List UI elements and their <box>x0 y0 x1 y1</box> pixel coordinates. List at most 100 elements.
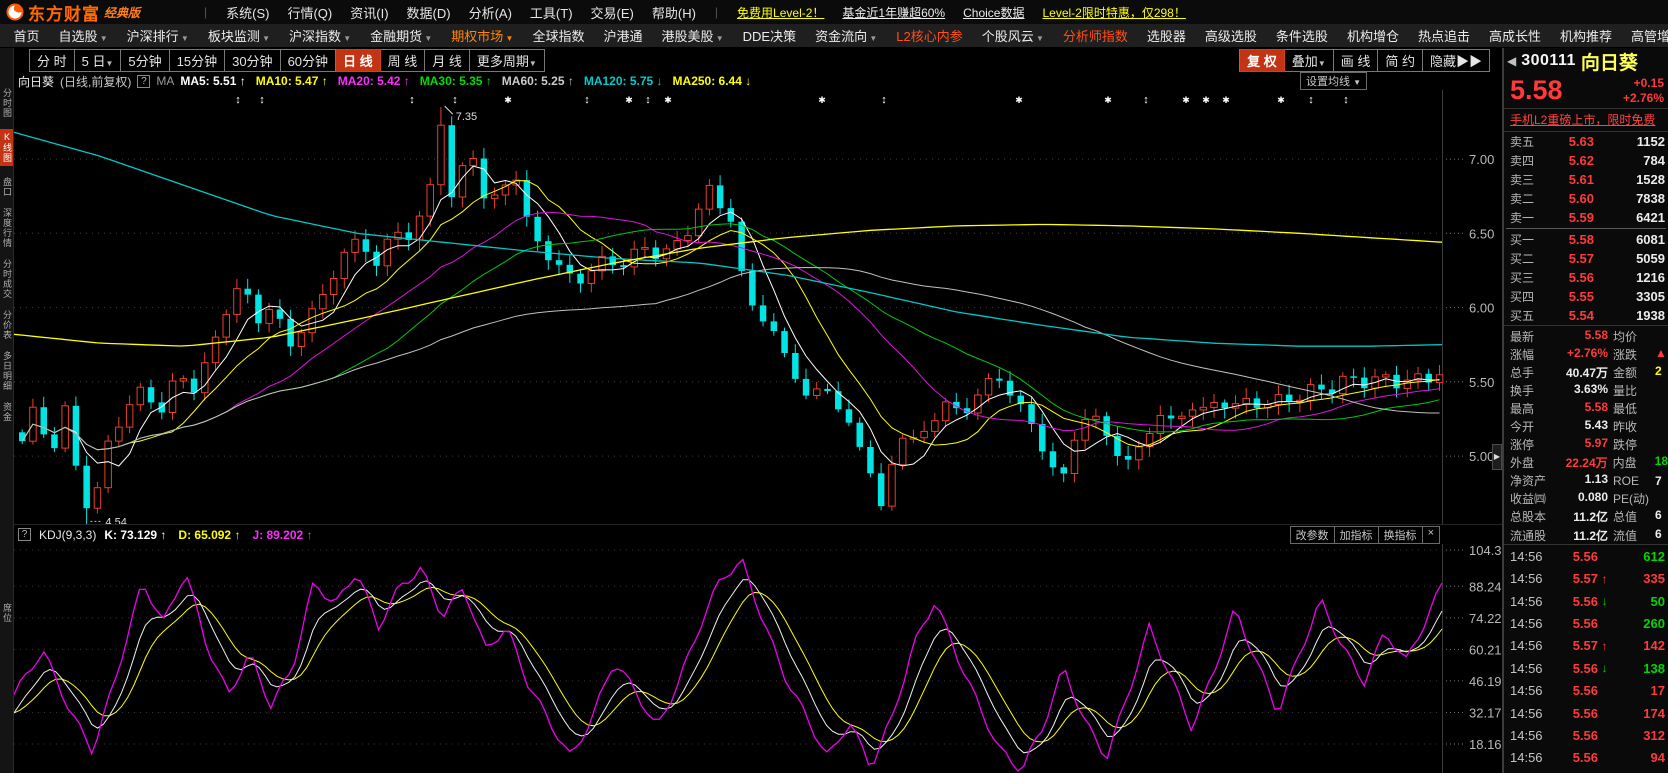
book-level-label: 卖三 <box>1510 171 1544 188</box>
chart-option-画线[interactable]: 画 线 <box>1334 49 1379 72</box>
ma-value: MA20: 5.42 ↑ <box>338 74 410 88</box>
nav-item-机构推荐[interactable]: 机构推荐 <box>1550 26 1621 45</box>
bid-row[interactable]: 买二5.575059 <box>1504 249 1668 268</box>
promo-link[interactable]: 基金近1年赚超60% <box>842 4 945 21</box>
chart-option-叠加[interactable]: 叠加▼ <box>1285 49 1334 72</box>
menubar-item[interactable]: 交易(E) <box>582 3 643 22</box>
period-button-30分钟[interactable]: 30分钟 <box>225 49 280 72</box>
menubar-item[interactable]: 行情(Q) <box>278 3 341 22</box>
promo-link[interactable]: 免费用Level-2！ <box>737 4 824 21</box>
kdj-button-换指标[interactable]: 换指标 <box>1379 526 1423 544</box>
stat-value: ▲ <box>1655 346 1667 363</box>
kdj-help-icon[interactable]: ? <box>18 528 31 541</box>
nav-item-选股器[interactable]: 选股器 <box>1137 26 1195 45</box>
nav-item-沪深排行[interactable]: 沪深排行 ▼ <box>117 26 198 45</box>
bid-row[interactable]: 买一5.586081 <box>1504 230 1668 249</box>
nav-item-DDE决策[interactable]: DDE决策 <box>733 26 805 45</box>
tick-volume: 174 <box>1611 706 1665 721</box>
menubar-item[interactable]: 数据(D) <box>398 3 460 22</box>
period-button-周线[interactable]: 周 线 <box>381 49 426 72</box>
chart-option-隐藏[interactable]: 隐藏▶▶ <box>1423 49 1490 72</box>
nav-item-高成长性[interactable]: 高成长性 <box>1479 26 1550 45</box>
nav-item-金融期货[interactable]: 金融期货 ▼ <box>361 26 442 45</box>
signal-star-marker: ✱ <box>1222 95 1230 105</box>
nav-item-板块监测[interactable]: 板块监测 ▼ <box>198 26 279 45</box>
chart-mode-label: (日线,前复权) <box>60 73 131 90</box>
nav-item-条件选股[interactable]: 条件选股 <box>1266 26 1337 45</box>
stock-code: 300111 <box>1521 52 1576 70</box>
menubar-item[interactable]: 资讯(I) <box>341 3 397 22</box>
sidebar-tab-盘口[interactable]: 盘口 <box>0 177 13 197</box>
quote-panel: ◀ 300111 向日葵 5.58 +0.15 +2.76% 手机L2重磅上市，… <box>1502 48 1668 773</box>
stat-label: 昨收 <box>1613 418 1655 435</box>
chart-option-复权[interactable]: 复 权 <box>1240 49 1285 72</box>
nav-item-个股风云[interactable]: 个股风云 ▼ <box>972 26 1053 45</box>
kdj-axis-label: 104.38 <box>1469 544 1502 558</box>
ask-row[interactable]: 卖五5.631152 <box>1504 132 1668 151</box>
sidebar-tab-分时成交[interactable]: 分时成交 <box>0 259 13 299</box>
back-arrow-icon[interactable]: ◀ <box>1507 54 1516 68</box>
nav-item-机构增仓[interactable]: 机构增仓 <box>1337 26 1408 45</box>
chevron-down-icon: ▼ <box>179 34 189 43</box>
signal-arrow-marker: ↕ <box>1308 94 1314 106</box>
price-axis-label: 6.00 <box>1469 301 1494 316</box>
nav-item-高管增持[interactable]: 高管增持 <box>1622 26 1668 45</box>
kdj-button-×[interactable]: × <box>1423 526 1440 544</box>
book-price: 5.63 <box>1544 134 1594 149</box>
help-icon[interactable]: ? <box>137 75 150 88</box>
sidebar-tab-资金[interactable]: 资金 <box>0 402 13 422</box>
nav-item-首页[interactable]: 首页 <box>4 26 49 45</box>
nav-item-沪港通[interactable]: 沪港通 <box>594 26 652 45</box>
nav-item-全球指数[interactable]: 全球指数 <box>523 26 594 45</box>
tick-time: 14:56 <box>1510 571 1556 586</box>
nav-item-L2核心内参[interactable]: L2核心内参 <box>887 26 972 45</box>
bid-row[interactable]: 买五5.541938 <box>1504 306 1668 325</box>
sidebar-tab-K线图[interactable]: K线图 <box>0 129 13 166</box>
promo-link[interactable]: Choice数据 <box>963 4 1024 21</box>
period-button-日线[interactable]: 日 线 <box>336 49 381 72</box>
ask-row[interactable]: 卖二5.607838 <box>1504 189 1668 208</box>
ask-row[interactable]: 卖一5.596421 <box>1504 208 1668 227</box>
ask-row[interactable]: 卖三5.611528 <box>1504 170 1668 189</box>
tick-time: 14:56 <box>1510 706 1556 721</box>
bid-row[interactable]: 买四5.553305 <box>1504 287 1668 306</box>
panel-collapse-handle[interactable]: ▶ <box>1492 444 1502 470</box>
period-button-60分钟[interactable]: 60分钟 <box>281 49 336 72</box>
menubar-item[interactable]: 工具(T) <box>521 3 582 22</box>
menubar-item[interactable]: 系统(S) <box>217 3 278 22</box>
period-button-更多周期[interactable]: 更多周期▼ <box>470 49 545 72</box>
sidebar-tab-深度行情[interactable]: 深度行情 <box>0 208 13 248</box>
menubar-item[interactable]: 帮助(H) <box>643 3 705 22</box>
tick-trade-list[interactable]: 14:565.5661214:565.57↑33514:565.56↓5014:… <box>1504 544 1668 773</box>
kdj-indicator-chart[interactable]: 104.3888.2474.2260.2146.1932.1718.16 <box>14 544 1502 773</box>
nav-item-高级选股[interactable]: 高级选股 <box>1195 26 1266 45</box>
sidebar-tab-分价表[interactable]: 分价表 <box>0 310 13 340</box>
nav-item-沪深指数[interactable]: 沪深指数 ▼ <box>279 26 360 45</box>
promo-link[interactable]: Level-2限时特惠，仅298！ <box>1042 4 1185 21</box>
bid-row[interactable]: 买三5.561216 <box>1504 268 1668 287</box>
kdj-button-加指标[interactable]: 加指标 <box>1335 526 1379 544</box>
period-button-5分钟[interactable]: 5分钟 <box>121 49 169 72</box>
menubar-item[interactable]: 分析(A) <box>460 3 521 22</box>
nav-item-自选股[interactable]: 自选股 ▼ <box>49 26 117 45</box>
main-candlestick-chart[interactable]: 7.006.506.005.505.00↕↕↕↕✱↕✱↕✱✱↕✱✱↕✱✱✱✱↕↕… <box>14 90 1502 524</box>
kdj-button-改参数[interactable]: 改参数 <box>1291 526 1335 544</box>
ma-settings-button[interactable]: 设置均线 ▼ <box>1300 72 1367 90</box>
sidebar-tab-席位[interactable]: 席位 <box>0 603 13 623</box>
sidebar-tab-分时图[interactable]: 分时图 <box>0 88 13 118</box>
nav-item-资金流向[interactable]: 资金流向 ▼ <box>806 26 887 45</box>
book-volume: 6421 <box>1594 210 1665 225</box>
period-button-分时[interactable]: 分 时 <box>30 49 75 72</box>
chart-option-简约[interactable]: 简 约 <box>1378 49 1423 72</box>
period-button-15分钟[interactable]: 15分钟 <box>170 49 225 72</box>
stat-label: 涨幅 <box>1510 346 1554 363</box>
nav-item-分析师指数[interactable]: 分析师指数 <box>1053 26 1137 45</box>
nav-item-期权市场[interactable]: 期权市场 ▼ <box>442 26 523 45</box>
nav-item-港股美股[interactable]: 港股美股 ▼ <box>652 26 733 45</box>
promo-banner-link[interactable]: 手机L2重磅上市，限时免费 <box>1504 108 1668 132</box>
nav-item-热点追击[interactable]: 热点追击 <box>1408 26 1479 45</box>
ask-row[interactable]: 卖四5.62784 <box>1504 151 1668 170</box>
sidebar-tab-多日明细[interactable]: 多日明细 <box>0 351 13 391</box>
period-button-5日[interactable]: 5 日▼ <box>75 49 122 72</box>
period-button-月线[interactable]: 月 线 <box>425 49 470 72</box>
